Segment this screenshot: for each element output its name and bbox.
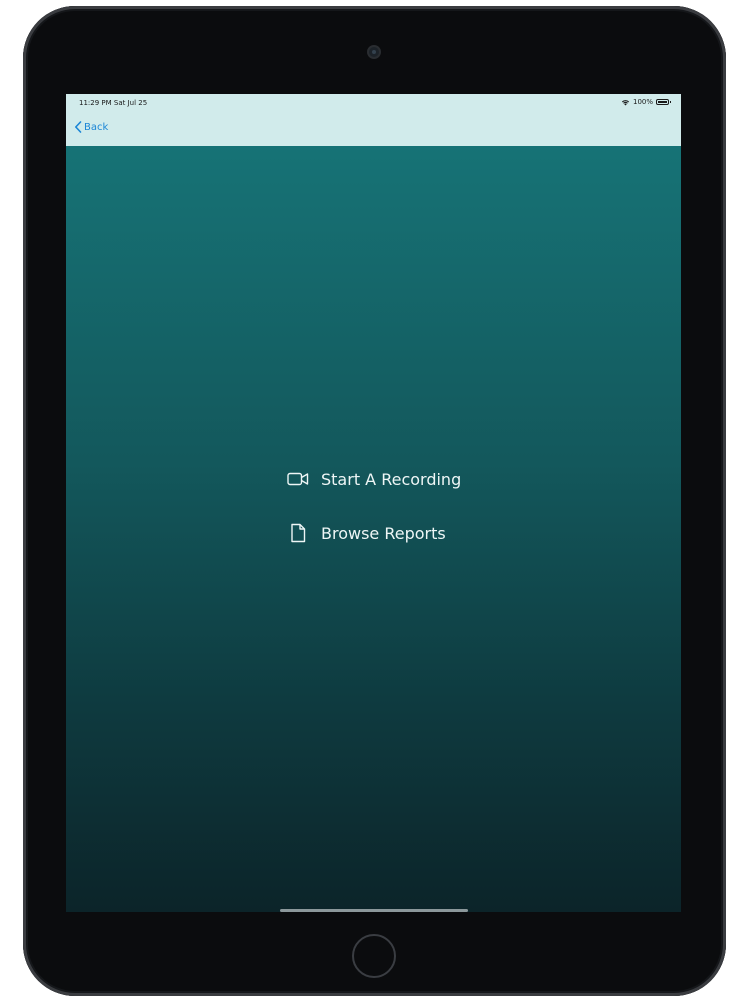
back-button-label: Back <box>84 121 109 133</box>
status-time-date: 11:29 PM Sat Jul 25 <box>79 99 148 107</box>
browse-reports-label: Browse Reports <box>321 523 446 543</box>
browse-reports-button[interactable]: Browse Reports <box>287 518 507 548</box>
battery-icon <box>656 99 671 105</box>
front-camera <box>369 47 379 57</box>
start-recording-button[interactable]: Start A Recording <box>287 464 507 494</box>
main-menu: Start A Recording Browse Reports <box>287 464 507 548</box>
chevron-left-icon <box>75 121 82 133</box>
start-recording-label: Start A Recording <box>321 469 462 489</box>
top-bar: 11:29 PM Sat Jul 25 100% Back <box>66 94 681 146</box>
home-button[interactable] <box>352 934 396 978</box>
navigation-bar: Back <box>66 110 681 146</box>
status-bar: 11:29 PM Sat Jul 25 100% <box>66 94 681 110</box>
wifi-icon <box>621 99 630 105</box>
status-indicators: 100% <box>621 98 671 106</box>
home-indicator[interactable] <box>280 909 468 912</box>
battery-level-fill <box>658 101 667 103</box>
battery-percentage: 100% <box>632 98 653 106</box>
app-screen: 11:29 PM Sat Jul 25 100% Back Start A Re… <box>66 94 681 912</box>
back-button[interactable]: Back <box>74 121 108 133</box>
ipad-device-frame: 11:29 PM Sat Jul 25 100% Back Start A Re… <box>23 6 726 996</box>
video-camera-icon <box>287 469 309 489</box>
document-icon <box>287 523 309 543</box>
